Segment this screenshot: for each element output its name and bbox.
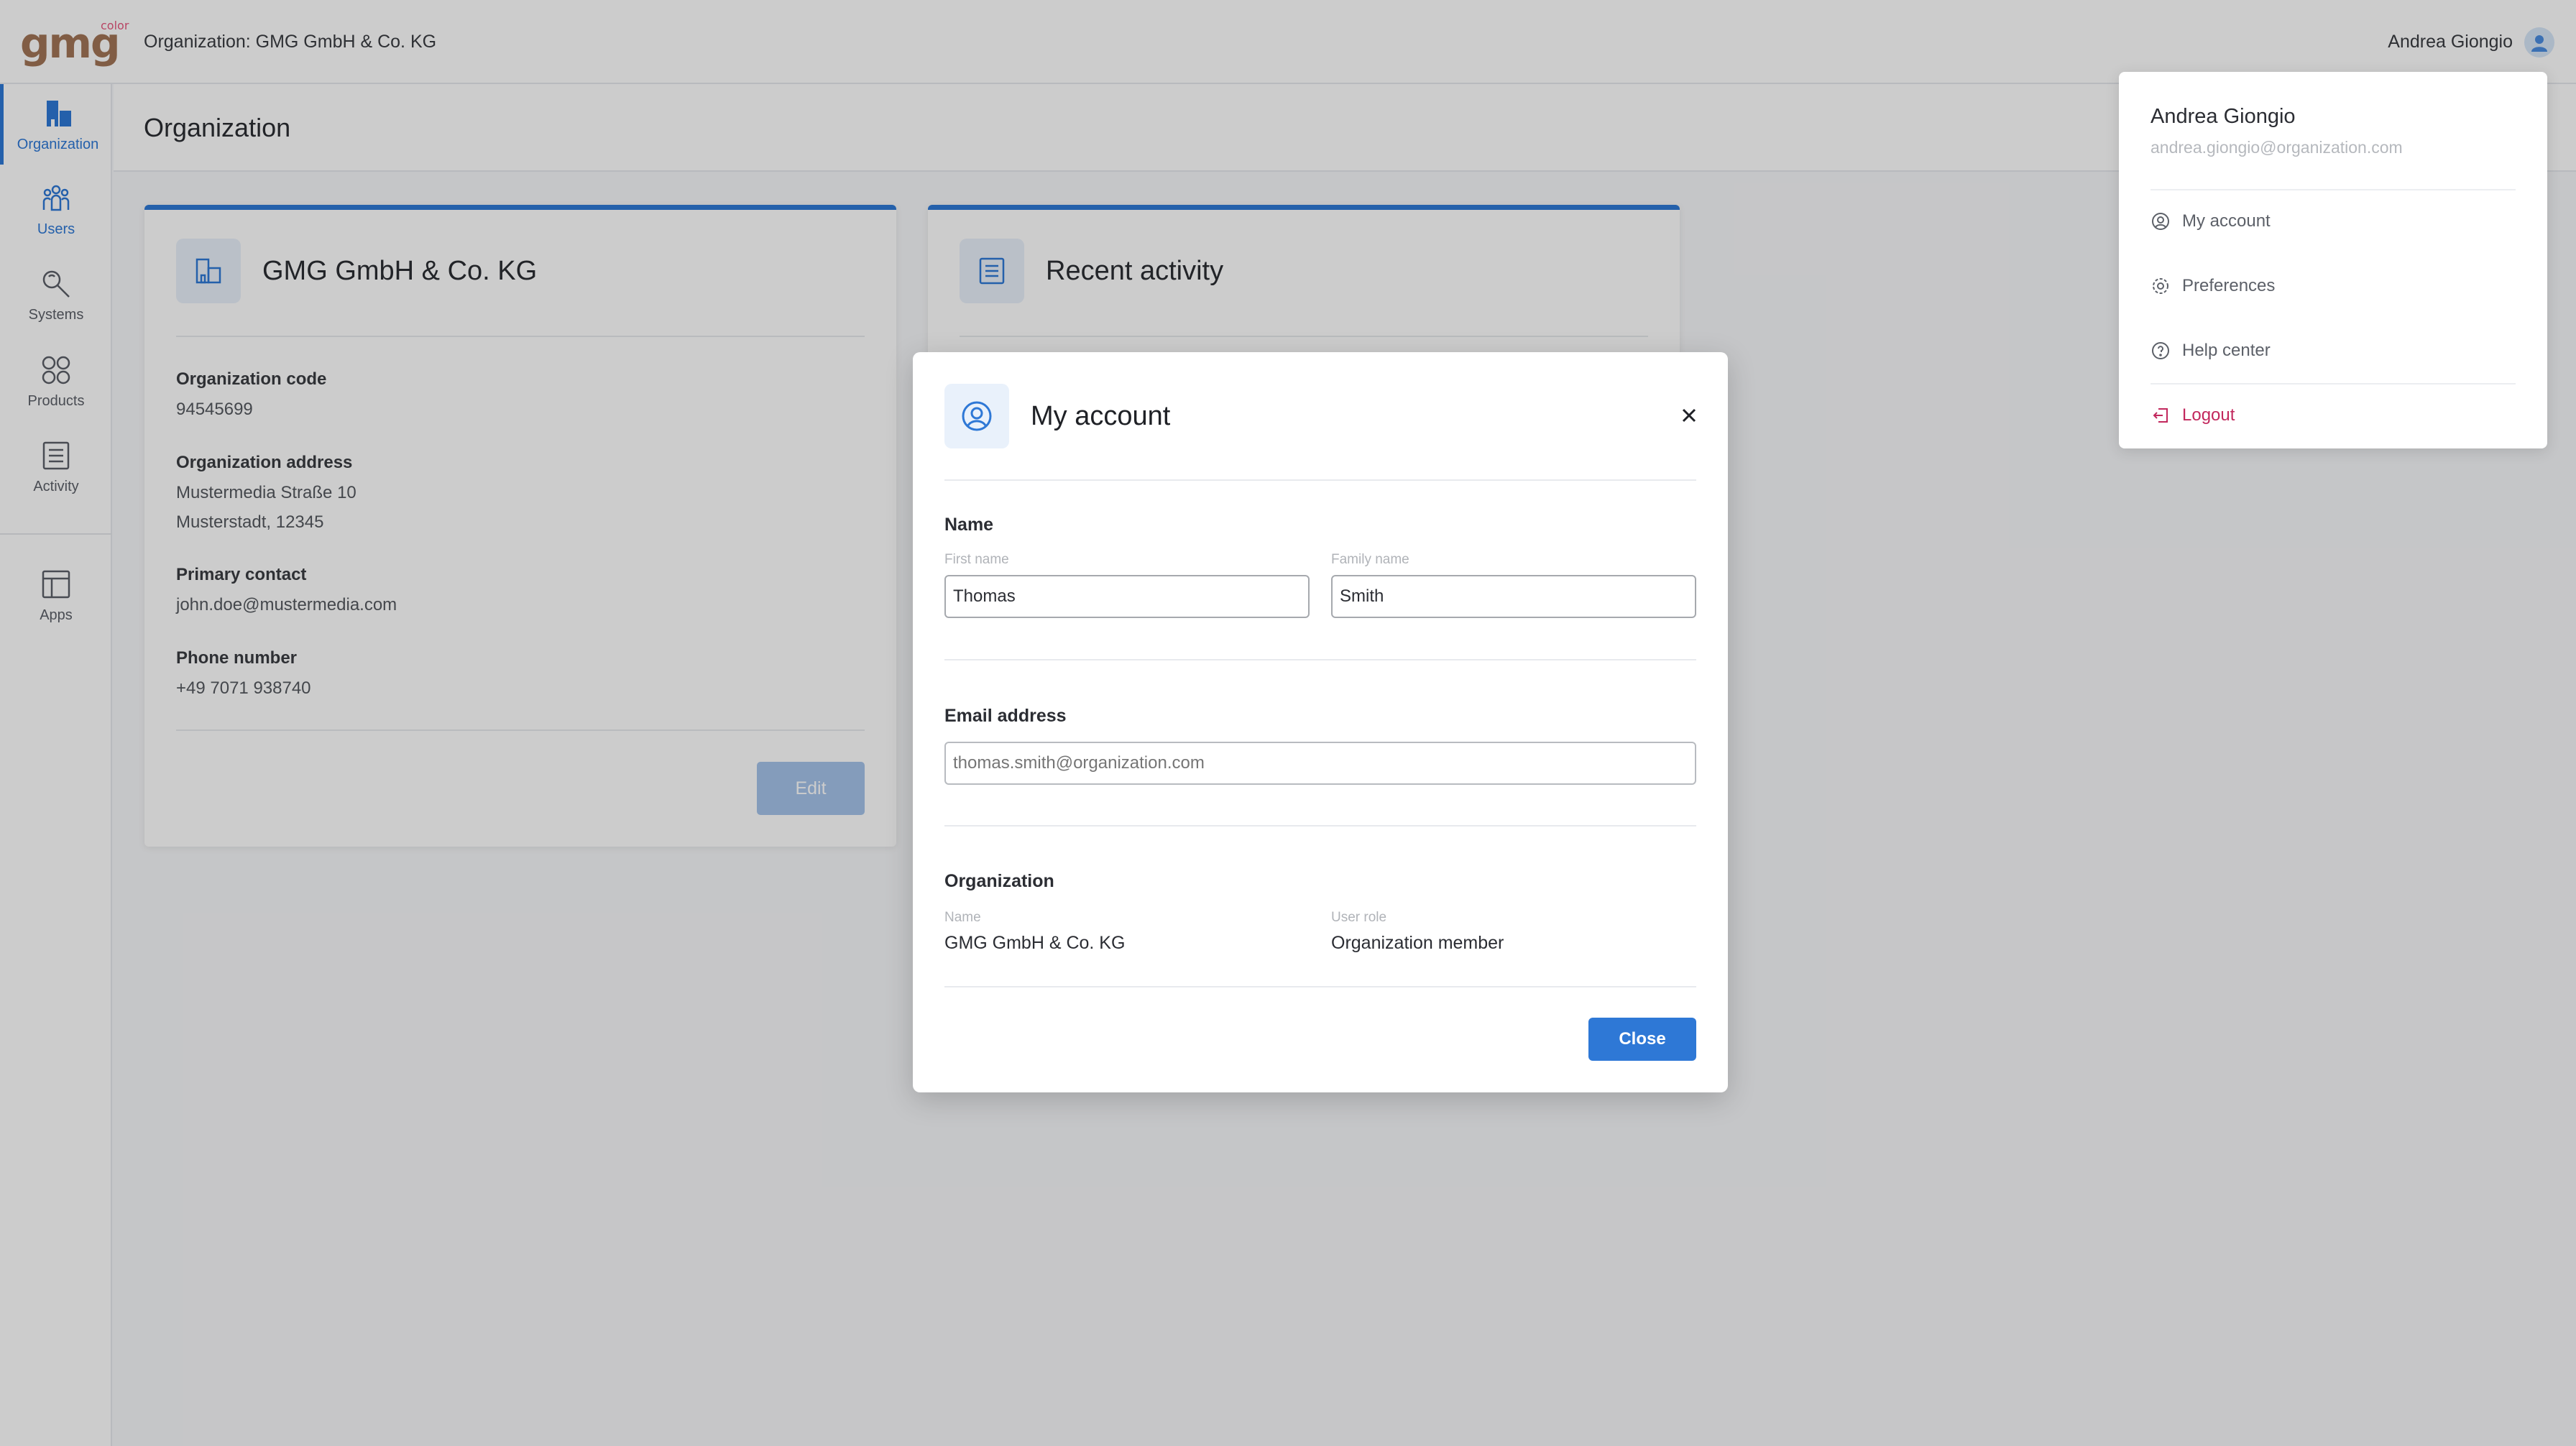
email-section-title: Email address (944, 706, 1067, 726)
name-section-title: Name (944, 515, 994, 535)
logout-label: Logout (2182, 405, 2235, 425)
menu-divider (2150, 383, 2516, 384)
user-role-value: Organization member (1331, 933, 1504, 953)
gear-icon (2150, 276, 2171, 296)
user-role-label: User role (1331, 910, 1387, 925)
account-icon (944, 384, 1009, 448)
user-menu-dropdown: Andrea Giongio andrea.giongio@organizati… (2119, 72, 2547, 448)
modal-title: My account (1031, 401, 1171, 431)
menu-item-preferences[interactable]: Preferences (2150, 276, 2275, 296)
family-name-label: Family name (1331, 552, 1409, 567)
family-name-input[interactable] (1331, 575, 1696, 618)
first-name-input[interactable] (944, 575, 1310, 618)
menu-item-help-center[interactable]: Help center (2150, 341, 2271, 361)
help-icon (2150, 341, 2171, 361)
org-name-label: Name (944, 910, 981, 925)
modal-divider (944, 659, 1696, 660)
menu-item-label: Help center (2182, 341, 2271, 360)
user-menu-name: Andrea Giongio (2150, 105, 2296, 128)
menu-item-label: My account (2182, 211, 2271, 231)
close-button[interactable]: Close (1588, 1018, 1696, 1061)
modal-divider (944, 825, 1696, 826)
first-name-label: First name (944, 552, 1009, 567)
modal-divider (944, 479, 1696, 481)
org-name-value: GMG GmbH & Co. KG (944, 933, 1126, 953)
account-icon (2150, 211, 2171, 231)
menu-item-my-account[interactable]: My account (2150, 211, 2271, 231)
organization-section-title: Organization (944, 871, 1054, 891)
menu-divider (2150, 189, 2516, 190)
user-menu-email: andrea.giongio@organization.com (2150, 138, 2403, 157)
my-account-modal: My account Name First name Family name E… (913, 352, 1728, 1092)
close-icon[interactable] (1675, 401, 1703, 430)
modal-divider (944, 986, 1696, 987)
menu-item-label: Preferences (2182, 276, 2276, 295)
menu-item-logout[interactable]: Logout (2150, 405, 2235, 425)
email-field[interactable] (944, 742, 1696, 785)
logout-icon (2150, 405, 2171, 425)
